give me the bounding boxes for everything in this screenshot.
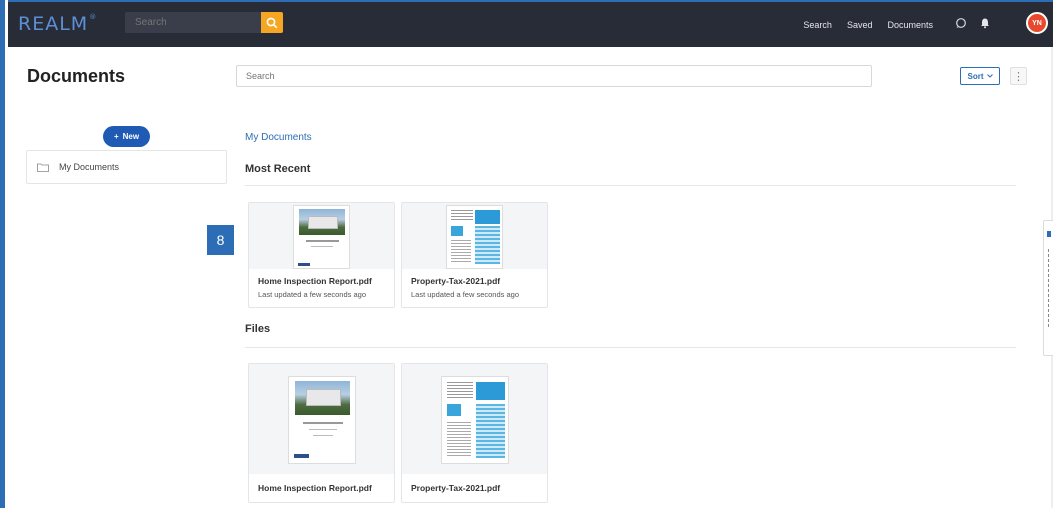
breadcrumb[interactable]: My Documents [245, 132, 312, 143]
folder-icon [37, 163, 49, 172]
sidebar-item-my-documents[interactable]: My Documents [26, 150, 227, 184]
feedback-tab[interactable] [1043, 220, 1053, 356]
top-search-input[interactable] [125, 12, 269, 33]
document-thumbnail [402, 203, 547, 269]
new-button[interactable]: + New [103, 126, 150, 147]
plus-icon: + [113, 132, 119, 141]
sidebar-item-label: My Documents [59, 162, 120, 172]
property-tax-preview [446, 205, 503, 269]
document-card[interactable]: Home Inspection Report.pdf Last updated … [248, 202, 395, 308]
chat-icon[interactable] [955, 17, 967, 29]
search-icon [266, 17, 278, 28]
sort-label: Sort [967, 71, 984, 81]
document-updated: Last updated a few seconds ago [411, 290, 519, 299]
document-name: Home Inspection Report.pdf [258, 276, 372, 286]
inspection-report-preview [293, 205, 350, 269]
user-avatar[interactable]: YN [1026, 12, 1048, 34]
document-thumbnail [249, 203, 394, 269]
document-name: Property-Tax-2021.pdf [411, 276, 501, 286]
nav-link-search[interactable]: Search [803, 20, 832, 30]
more-options-button[interactable]: ⋮ [1010, 67, 1027, 85]
documents-search-input[interactable] [236, 65, 872, 87]
document-card[interactable]: Property-Tax-2021.pdf Last updated a few… [401, 202, 548, 308]
section-title-files: Files [245, 323, 271, 335]
feedback-tab-label [1048, 249, 1049, 329]
section-title-most-recent: Most Recent [245, 163, 311, 175]
feedback-icon [1047, 231, 1051, 237]
divider [245, 185, 1016, 186]
file-thumbnail [249, 364, 394, 474]
new-label: New [122, 132, 140, 141]
window-frame-inner [5, 0, 8, 508]
realm-logo[interactable]: REALM® [18, 13, 97, 35]
inspection-report-preview [287, 376, 356, 464]
step-badge: 8 [207, 225, 234, 255]
file-card[interactable]: Home Inspection Report.pdf [248, 363, 395, 503]
property-tax-preview [440, 376, 509, 464]
document-updated: Last updated a few seconds ago [258, 290, 366, 299]
top-nav: REALM® Search Saved Documents YN [8, 0, 1053, 47]
divider [245, 347, 1016, 348]
file-card[interactable]: Property-Tax-2021.pdf [401, 363, 548, 503]
top-search-button[interactable] [261, 12, 283, 33]
page-title: Documents [27, 66, 126, 86]
chevron-down-icon [986, 74, 993, 78]
sort-button[interactable]: Sort [960, 67, 1000, 85]
file-thumbnail [402, 364, 547, 474]
file-name: Home Inspection Report.pdf [258, 483, 372, 493]
file-name: Property-Tax-2021.pdf [411, 483, 501, 493]
nav-link-saved[interactable]: Saved [847, 20, 873, 30]
nav-link-documents[interactable]: Documents [887, 20, 933, 30]
bell-icon[interactable] [979, 17, 991, 29]
